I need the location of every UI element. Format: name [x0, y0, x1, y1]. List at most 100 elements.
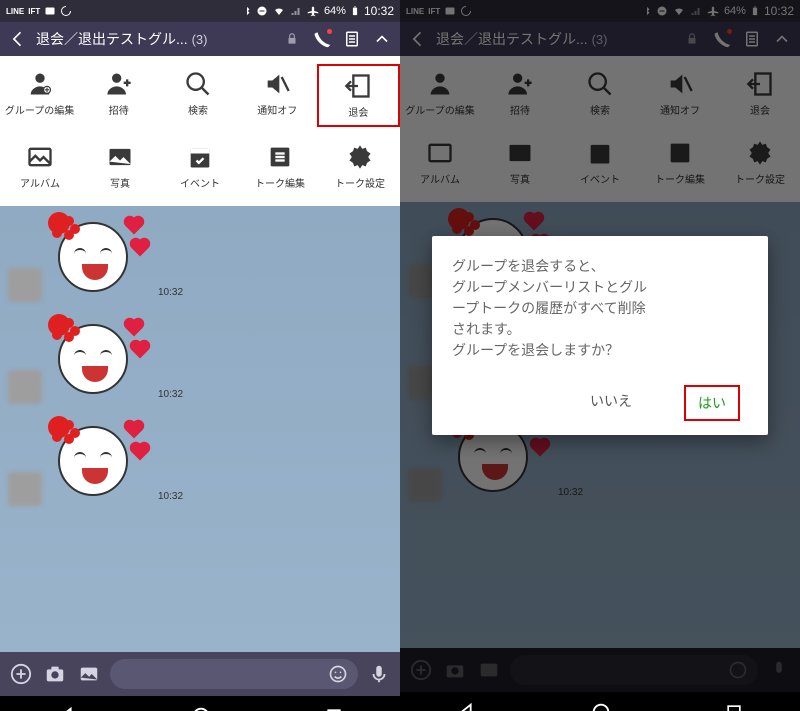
menu-label: トーク設定: [335, 175, 385, 190]
sticker[interactable]: [48, 212, 148, 302]
wifi-icon: [272, 5, 286, 17]
menu-label: 招待: [109, 102, 129, 117]
dialog-yes-button[interactable]: はい: [684, 385, 740, 421]
battery-icon: [350, 4, 360, 18]
mic-button[interactable]: [366, 661, 392, 687]
menu-label: 検索: [188, 102, 208, 117]
back-button[interactable]: [406, 27, 430, 51]
timestamp: 10:32: [158, 491, 183, 502]
no-signal-icon: [290, 5, 302, 17]
clock: 10:32: [364, 4, 394, 18]
dnd-icon: [656, 5, 668, 17]
leave-confirm-dialog: グループを退会すると、 グループメンバーリストとグル ープトークの履歴がすべて削…: [432, 236, 768, 435]
menu-label: 退会: [348, 104, 368, 119]
message-row: 10:32: [0, 410, 400, 512]
sticker[interactable]: [48, 314, 148, 404]
menu-edit-group[interactable]: グループの編集: [0, 64, 79, 127]
call-button[interactable]: [310, 27, 334, 51]
menu-label: トーク編集: [255, 175, 305, 190]
mic-button[interactable]: [766, 657, 792, 683]
status-bar: LINE IFT 64% 10:32: [0, 0, 400, 22]
gallery-button[interactable]: [476, 657, 502, 683]
menu-label: イベント: [180, 175, 220, 190]
menu-photos[interactable]: 写真: [480, 133, 560, 192]
camera-button[interactable]: [442, 657, 468, 683]
menu-invite[interactable]: 招待: [480, 64, 560, 123]
nav-back[interactable]: [456, 701, 478, 711]
dialog-no-button[interactable]: いいえ: [578, 385, 644, 421]
emoji-button[interactable]: [728, 660, 748, 680]
sticker[interactable]: [48, 416, 148, 506]
add-button[interactable]: [8, 661, 34, 687]
image-notif-icon: [44, 5, 56, 17]
rotation-lock-icon: [60, 5, 72, 17]
camera-button[interactable]: [42, 661, 68, 687]
collapse-menu-button[interactable]: [770, 27, 794, 51]
notes-button[interactable]: [340, 27, 364, 51]
timestamp: 10:32: [158, 389, 183, 400]
clock: 10:32: [764, 4, 794, 18]
avatar[interactable]: [8, 472, 42, 506]
menu-label: アルバム: [20, 175, 60, 190]
airplane-icon: [306, 4, 320, 18]
nav-home[interactable]: [190, 705, 212, 711]
timestamp: 10:32: [158, 287, 183, 298]
menu-edit-talk[interactable]: トーク編集: [640, 133, 720, 192]
chat-menu-panel: グループの編集 招待 検索 通知オフ 退会: [0, 56, 400, 206]
menu-mute[interactable]: 通知オフ: [238, 64, 317, 127]
menu-search[interactable]: 検索: [158, 64, 237, 127]
menu-events[interactable]: イベント: [560, 133, 640, 192]
menu-edit-talk[interactable]: トーク編集: [240, 137, 320, 196]
menu-album[interactable]: アルバム: [400, 133, 480, 192]
menu-invite[interactable]: 招待: [79, 64, 158, 127]
gallery-button[interactable]: [76, 661, 102, 687]
menu-settings[interactable]: トーク設定: [720, 133, 800, 192]
message-input[interactable]: [510, 655, 758, 685]
menu-edit-group[interactable]: グループの編集: [400, 64, 480, 123]
nav-recent[interactable]: [724, 702, 744, 711]
ift-indicator-icon: IFT: [28, 7, 40, 16]
image-notif-icon: [444, 5, 456, 17]
back-button[interactable]: [6, 27, 30, 51]
menu-label: グループの編集: [5, 102, 74, 117]
battery-percent: 64%: [324, 5, 346, 17]
notes-button[interactable]: [740, 27, 764, 51]
dnd-icon: [256, 5, 268, 17]
menu-mute[interactable]: 通知オフ: [640, 64, 720, 123]
call-button[interactable]: [710, 27, 734, 51]
menu-settings[interactable]: トーク設定: [320, 137, 400, 196]
chat-area[interactable]: 10:32 10:32 10:32: [0, 206, 400, 696]
menu-label: 写真: [110, 175, 130, 190]
emoji-button[interactable]: [328, 664, 348, 684]
chat-header: 退会／退出テストグル... (3): [0, 22, 400, 56]
rotation-lock-icon: [460, 5, 472, 17]
menu-photos[interactable]: 写真: [80, 137, 160, 196]
message-input[interactable]: [110, 659, 358, 689]
chat-header: 退会／退出テストグル... (3): [400, 22, 800, 56]
phone-right: LINE IFT 64% 10:32 退会／退出テストグル... (3): [400, 0, 800, 711]
chat-title: 退会／退出テストグル... (3): [436, 29, 674, 49]
input-bar: [400, 648, 800, 692]
status-bar: LINE IFT 64% 10:32: [400, 0, 800, 22]
add-button[interactable]: [408, 657, 434, 683]
nav-recent[interactable]: [324, 706, 344, 711]
line-indicator-icon: LINE: [6, 7, 24, 16]
menu-album[interactable]: アルバム: [0, 137, 80, 196]
wifi-icon: [672, 5, 686, 17]
collapse-menu-button[interactable]: [370, 27, 394, 51]
nav-home[interactable]: [590, 701, 612, 711]
android-navbar: [400, 692, 800, 711]
input-bar: [0, 652, 400, 696]
avatar[interactable]: [8, 370, 42, 404]
dialog-text: グループを退会すると、 グループメンバーリストとグル ープトークの履歴がすべて削…: [452, 256, 748, 361]
menu-search[interactable]: 検索: [560, 64, 640, 123]
menu-events[interactable]: イベント: [160, 137, 240, 196]
ift-indicator-icon: IFT: [428, 7, 440, 16]
message-row: 10:32: [0, 308, 400, 410]
nav-back[interactable]: [56, 705, 78, 711]
menu-leave[interactable]: 退会: [720, 64, 800, 123]
menu-leave[interactable]: 退会: [317, 64, 400, 127]
battery-percent: 64%: [724, 5, 746, 17]
android-navbar: [0, 696, 400, 711]
avatar[interactable]: [8, 268, 42, 302]
